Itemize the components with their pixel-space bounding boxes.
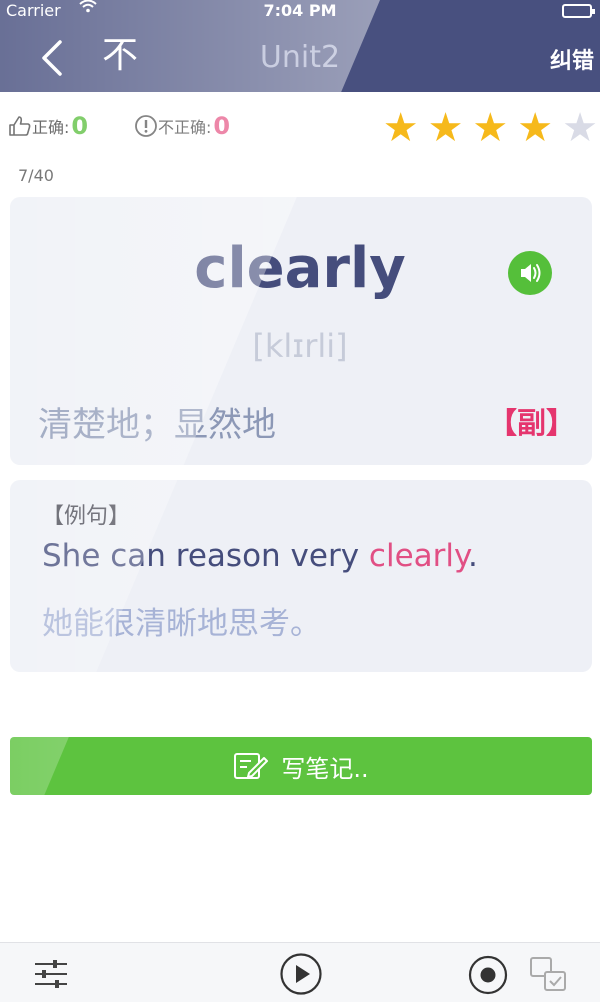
example-sentence: She can reason very clearly. bbox=[42, 538, 478, 574]
record-icon bbox=[468, 955, 508, 995]
example-translation: 她能很清晰地思考。 bbox=[42, 606, 321, 642]
stats-row: 正确: 0 不正确: 0 ★ ★ ★ ★ ★ bbox=[8, 108, 598, 148]
rating-stars[interactable]: ★ ★ ★ ★ ★ bbox=[374, 108, 598, 148]
part-of-speech: 【副】 bbox=[488, 406, 576, 440]
wrong-stat: 不正确: 0 bbox=[134, 112, 230, 140]
write-note-button[interactable]: 写笔记.. bbox=[10, 737, 592, 795]
wrong-count: 0 bbox=[213, 112, 231, 140]
sliders-icon bbox=[35, 960, 67, 988]
star-empty-icon[interactable]: ★ bbox=[562, 108, 598, 148]
switch-cards-icon bbox=[530, 957, 566, 991]
thumbs-up-icon bbox=[9, 116, 31, 136]
status-bar: Carrier 7:04 PM bbox=[0, 0, 600, 22]
correct-stat: 正确: 0 bbox=[8, 112, 88, 140]
play-button[interactable] bbox=[279, 952, 323, 1000]
play-icon bbox=[280, 953, 322, 995]
word-meaning: 清楚地；显然地 bbox=[38, 405, 276, 445]
star-filled-icon[interactable]: ★ bbox=[428, 108, 464, 148]
page-title: Unit2 bbox=[259, 40, 341, 75]
battery-icon bbox=[562, 4, 595, 18]
correct-label: 正确: bbox=[32, 118, 70, 137]
record-button[interactable] bbox=[467, 954, 509, 1000]
star-filled-icon[interactable]: ★ bbox=[383, 108, 419, 148]
switch-mode-button[interactable] bbox=[529, 956, 569, 998]
speaker-icon bbox=[521, 264, 541, 282]
status-time: 7:04 PM bbox=[263, 1, 337, 20]
wrong-label: 不正确: bbox=[158, 118, 212, 137]
star-filled-icon[interactable]: ★ bbox=[472, 108, 508, 148]
top-bar: Carrier 7:04 PM 不 Unit2 纠错 bbox=[0, 0, 600, 92]
pronounce-button[interactable] bbox=[508, 251, 552, 295]
settings-button[interactable] bbox=[33, 956, 69, 996]
example-highlight-word: clearly bbox=[368, 538, 468, 574]
example-label: 【例句】 bbox=[42, 504, 131, 529]
star-filled-icon[interactable]: ★ bbox=[517, 108, 553, 148]
write-note-label: 写笔记.. bbox=[281, 754, 369, 783]
phonetic-text: [klɪrli] bbox=[252, 327, 348, 365]
progress-counter: 7/40 bbox=[18, 166, 54, 185]
example-text-before: She can reason very bbox=[42, 538, 369, 574]
alert-circle-icon bbox=[135, 115, 157, 137]
correct-count: 0 bbox=[71, 112, 89, 140]
edit-note-icon bbox=[234, 753, 269, 779]
example-text-after: . bbox=[467, 538, 478, 574]
report-error-button[interactable]: 纠错 bbox=[550, 43, 594, 75]
